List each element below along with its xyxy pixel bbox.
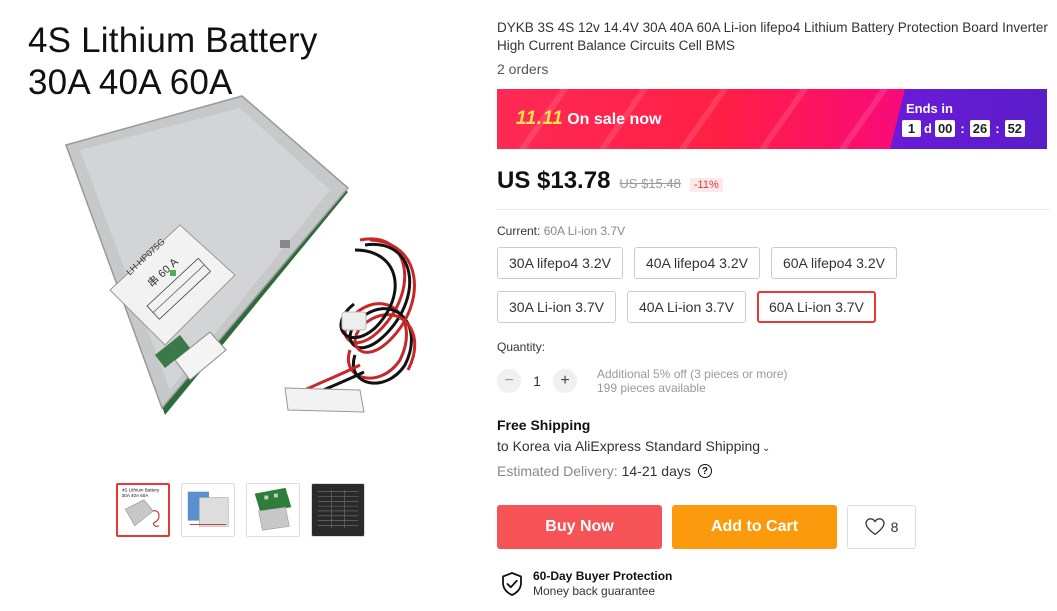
current-price: US $13.78 bbox=[497, 167, 611, 194]
variant-30a-lifepo4[interactable]: 30A lifepo4 3.2V bbox=[497, 247, 623, 279]
main-product-image[interactable]: LH-HP075G 串 60 A bbox=[30, 90, 470, 430]
thumbnail-2[interactable] bbox=[181, 483, 235, 537]
sale-banner: 11.11 On sale now Ends in 1 d 00 : 26 : 5… bbox=[497, 89, 1047, 149]
quantity-input[interactable]: 1 bbox=[521, 373, 553, 389]
sale-banner-main: 11.11 On sale now bbox=[497, 89, 905, 149]
quantity-stepper: − 1 + Additional 5% off (3 pieces or mor… bbox=[497, 367, 788, 395]
sale-tag-number: 11.11 bbox=[516, 108, 564, 129]
thumbnail-1-caption-line1: 4S Lithium Battery bbox=[122, 487, 160, 492]
variant-row-2: 30A Li-ion 3.7V 40A Li-ion 3.7V 60A Li-i… bbox=[497, 291, 876, 323]
bulk-discount-text: Additional 5% off (3 pieces or more) bbox=[597, 367, 788, 381]
thumbnail-strip: 4S Lithium Battery 30A 40A 60A bbox=[116, 483, 365, 537]
quantity-info: Additional 5% off (3 pieces or more) 199… bbox=[597, 367, 788, 395]
quantity-label: Quantity: bbox=[497, 340, 546, 354]
variant-40a-lifepo4[interactable]: 40A lifepo4 3.2V bbox=[633, 247, 760, 279]
variant-30a-li-ion[interactable]: 30A Li-ion 3.7V bbox=[497, 291, 616, 323]
heart-icon bbox=[864, 518, 885, 536]
shipping-method-selector[interactable]: to Korea via AliExpress Standard Shippin… bbox=[497, 438, 770, 454]
buyer-protection-title: 60-Day Buyer Protection bbox=[533, 569, 673, 583]
thumbnail-3[interactable] bbox=[246, 483, 300, 537]
discount-badge: -11% bbox=[689, 178, 723, 192]
countdown-timer: 1 d 00 : 26 : 52 bbox=[902, 120, 1026, 137]
shipping-method-text: to Korea via AliExpress Standard Shippin… bbox=[497, 438, 761, 454]
shield-check-icon bbox=[502, 572, 522, 596]
quantity-increase-button[interactable]: + bbox=[553, 369, 577, 393]
original-price: US $15.48 bbox=[619, 176, 681, 191]
orders-count: 2 orders bbox=[497, 61, 549, 77]
countdown-days: 1 bbox=[902, 120, 921, 137]
countdown-hours: 00 bbox=[934, 120, 956, 137]
product-gallery: 4S Lithium Battery 30A 40A 60A LH-HP075G… bbox=[0, 0, 485, 611]
estimated-delivery-label: Estimated Delivery: bbox=[497, 463, 618, 479]
wishlist-button[interactable]: 8 bbox=[847, 505, 916, 549]
buyer-protection-subtitle: Money back guarantee bbox=[533, 584, 656, 598]
quantity-decrease-button[interactable]: − bbox=[497, 369, 521, 393]
price-row: US $13.78 US $15.48 -11% bbox=[497, 167, 723, 195]
current-variant: Current: 60A Li-ion 3.7V bbox=[497, 224, 625, 238]
variant-row-1: 30A lifepo4 3.2V 40A lifepo4 3.2V 60A li… bbox=[497, 247, 897, 279]
countdown-days-unit: d bbox=[924, 121, 932, 136]
current-variant-label: Current: bbox=[497, 224, 541, 238]
variant-60a-lifepo4[interactable]: 60A lifepo4 3.2V bbox=[770, 247, 897, 279]
variant-40a-li-ion[interactable]: 40A Li-ion 3.7V bbox=[626, 291, 746, 323]
chevron-down-icon: ⌄ bbox=[762, 443, 771, 454]
add-to-cart-button[interactable]: Add to Cart bbox=[672, 505, 837, 549]
buyer-protection: 60-Day Buyer Protection Money back guara… bbox=[501, 569, 672, 599]
countdown-seconds: 52 bbox=[1004, 120, 1026, 137]
countdown-label: Ends in bbox=[906, 101, 953, 116]
buy-now-button[interactable]: Buy Now bbox=[497, 505, 662, 549]
variant-60a-li-ion[interactable]: 60A Li-ion 3.7V bbox=[756, 291, 876, 323]
estimated-delivery-days: 14-21 days bbox=[621, 463, 691, 479]
sale-tag-text: On sale now bbox=[567, 111, 662, 128]
estimated-delivery: Estimated Delivery: 14-21 days ? bbox=[497, 463, 712, 479]
stock-available-text: 199 pieces available bbox=[597, 381, 706, 395]
action-buttons: Buy Now Add to Cart 8 bbox=[497, 505, 916, 549]
thumbnail-1-caption-line2: 30A 40A 60A bbox=[122, 493, 150, 498]
sale-tag: 11.11 On sale now bbox=[516, 108, 661, 130]
hero-caption-line1: 4S Lithium Battery bbox=[28, 21, 318, 60]
current-variant-value: 60A Li-ion 3.7V bbox=[543, 224, 626, 238]
thumbnail-1[interactable]: 4S Lithium Battery 30A 40A 60A bbox=[116, 483, 170, 537]
shipping-title: Free Shipping bbox=[497, 417, 591, 433]
help-icon[interactable]: ? bbox=[697, 464, 712, 478]
countdown-panel: Ends in 1 d 00 : 26 : 52 bbox=[890, 89, 1047, 149]
wishlist-count: 8 bbox=[890, 519, 899, 535]
countdown-minutes: 26 bbox=[969, 120, 991, 137]
product-title: DYKB 3S 4S 12v 14.4V 30A 40A 60A Li-ion … bbox=[497, 20, 1048, 53]
divider bbox=[497, 209, 1049, 210]
thumbnail-4[interactable] bbox=[311, 483, 365, 537]
